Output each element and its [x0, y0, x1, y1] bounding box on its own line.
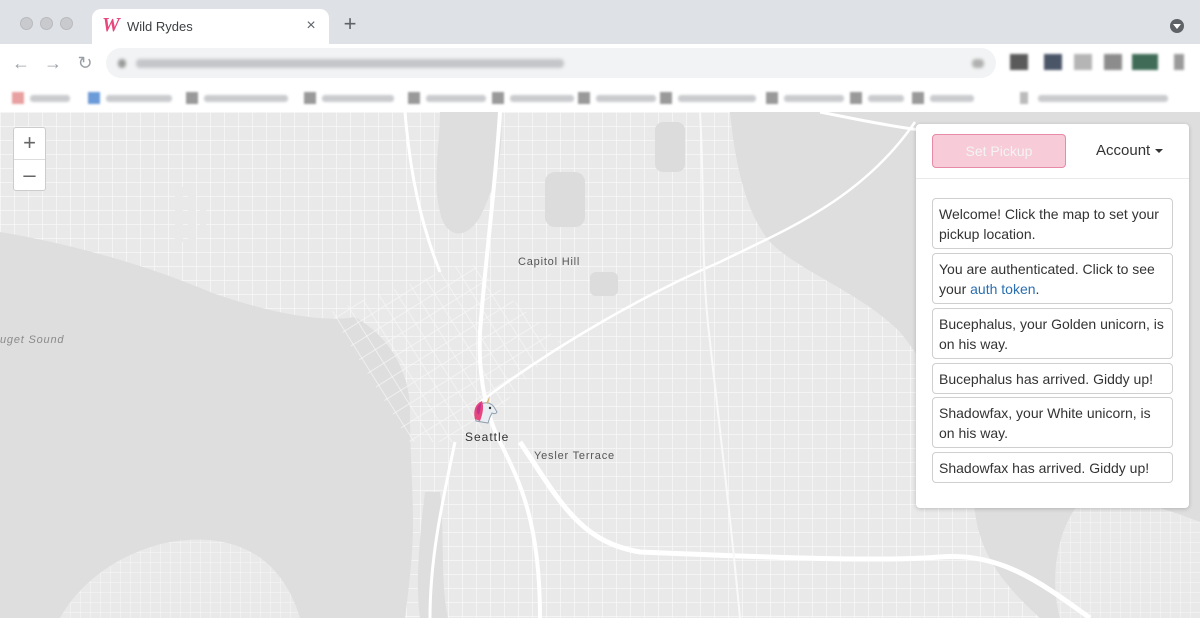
status-message: Welcome! Click the map to set your picku… [932, 198, 1173, 249]
map-label-capitol-hill: Capitol Hill [518, 256, 581, 268]
tab-strip: W Wild Rydes × + [0, 0, 1200, 44]
zoom-control: + – [13, 127, 46, 191]
extension-icon[interactable] [1104, 54, 1122, 70]
status-message: Bucephalus has arrived. Giddy up! [932, 363, 1173, 394]
window-zoom-button[interactable] [60, 17, 73, 30]
extension-icon[interactable] [1044, 54, 1062, 70]
extension-icon[interactable] [1074, 54, 1092, 70]
tab-title: Wild Rydes [127, 19, 193, 34]
profile-avatar[interactable] [1132, 54, 1158, 70]
auth-token-link[interactable]: auth token [970, 281, 1035, 297]
message-text: . [1035, 281, 1040, 297]
window-minimize-button[interactable] [40, 17, 53, 30]
address-bar[interactable] [106, 48, 996, 78]
status-message: Shadowfax has arrived. Giddy up! [932, 452, 1173, 483]
browser-toolbar: ← → ↻ [0, 44, 1200, 112]
forward-button[interactable]: → [42, 52, 64, 74]
tab-search-icon[interactable] [1170, 19, 1184, 33]
wild-rydes-favicon-icon: W [102, 14, 120, 36]
tab-wild-rydes[interactable]: W Wild Rydes × [92, 9, 329, 44]
site-info-icon[interactable] [118, 59, 126, 68]
back-button[interactable]: ← [10, 52, 32, 74]
map-label-seattle: Seattle [465, 430, 510, 444]
bookmarks-bar [0, 84, 1200, 112]
browser-chrome: W Wild Rydes × + ← → ↻ [0, 0, 1200, 112]
caret-down-icon [1155, 149, 1164, 154]
browser-menu-icon[interactable] [1174, 54, 1184, 70]
url-text-redacted [136, 59, 564, 68]
status-message: Bucephalus, your Golden unicorn, is on h… [932, 308, 1173, 359]
status-message: Shadowfax, your White unicorn, is on his… [932, 397, 1173, 448]
set-pickup-button[interactable]: Set Pickup [932, 134, 1066, 168]
bookmark-star-icon[interactable] [972, 59, 984, 68]
zoom-in-button[interactable]: + [14, 128, 45, 159]
status-message: You are authenticated. Click to see your… [932, 253, 1173, 304]
window-close-button[interactable] [20, 17, 33, 30]
account-dropdown[interactable]: Account [1096, 142, 1164, 159]
panel-divider [916, 178, 1189, 179]
tab-close-icon[interactable]: × [302, 17, 320, 35]
new-tab-button[interactable]: + [340, 13, 360, 35]
reload-button[interactable]: ↻ [74, 52, 96, 74]
map-label-yesler-terrace: Yesler Terrace [534, 450, 615, 462]
unicorn-marker-icon[interactable] [470, 395, 500, 425]
map-label-puget-sound: uget Sound [0, 334, 65, 346]
extension-icon[interactable] [1010, 54, 1028, 70]
account-label: Account [1096, 142, 1151, 159]
zoom-out-button[interactable]: – [14, 160, 45, 191]
ride-panel: Set Pickup Account Welcome! Click the ma… [916, 124, 1189, 508]
